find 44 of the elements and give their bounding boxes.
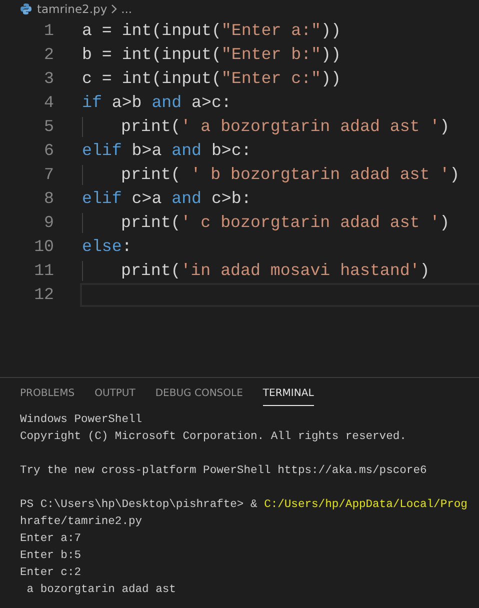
- terminal-line: Enter a:7: [20, 533, 82, 545]
- line-number: 1: [43, 20, 54, 42]
- code-line: print('in adad mosavi hastand'): [121, 261, 430, 281]
- code-line: b = int(input("Enter b:")): [82, 45, 341, 65]
- line-number: 3: [43, 68, 54, 90]
- line-number: 7: [43, 164, 54, 186]
- chevron-right-icon: [111, 4, 118, 14]
- code-line: c = int(input("Enter c:")): [82, 69, 341, 89]
- code-line: if a>b and a>c:: [82, 93, 232, 113]
- terminal-line: Windows PowerShell: [20, 414, 142, 426]
- line-number: 11: [33, 260, 54, 282]
- line-number: 10: [33, 236, 54, 258]
- breadcrumb-more[interactable]: ...: [121, 2, 132, 16]
- code-line: elif b>a and b>c:: [82, 141, 252, 161]
- panel-tab[interactable]: DEBUG CONSOLE: [155, 388, 243, 406]
- code-line: else:: [82, 237, 132, 257]
- indent-guide: [82, 117, 83, 137]
- indent-guide: [82, 165, 83, 185]
- line-number: 4: [43, 92, 54, 114]
- line-number: 6: [43, 140, 54, 162]
- line-number: 12: [33, 284, 54, 306]
- terminal-line: Enter c:2: [20, 567, 82, 579]
- line-number: 5: [43, 116, 54, 138]
- indent-guide: [82, 213, 83, 233]
- line-number: 2: [43, 44, 54, 66]
- terminal-line: a bozorgtarin adad ast: [26, 584, 176, 596]
- line-number: 9: [43, 212, 54, 234]
- code-line: print(' c bozorgtarin adad ast '): [121, 213, 450, 233]
- code-line: a = int(input("Enter a:")): [82, 21, 341, 41]
- code-line: print(' a bozorgtarin adad ast '): [121, 117, 450, 137]
- terminal-line: hrafte/tamrine2.py: [20, 516, 142, 528]
- terminal-line: PS C:\Users\hp\Desktop\pishrafte> & C:/Users/hp/AppData/Local/Prog: [20, 499, 468, 511]
- terminal-line: Try the new cross-platform PowerShell https://aka.ms/pscore6: [20, 465, 427, 477]
- code-line: print( ' b bozorgtarin adad ast '): [121, 165, 460, 185]
- panel-tab[interactable]: PROBLEMS: [20, 388, 75, 406]
- code-line: elif c>a and c>b:: [82, 189, 252, 209]
- line-number: 8: [43, 188, 54, 210]
- panel-tab[interactable]: OUTPUT: [94, 388, 136, 406]
- indent-guide: [82, 261, 83, 281]
- python-file-icon: [20, 2, 32, 14]
- panel-tab[interactable]: TERMINAL: [262, 388, 314, 406]
- terminal-line: Copyright (C) Microsoft Corporation. All rights reserved.: [20, 431, 406, 443]
- terminal-line: Enter b:5: [20, 550, 82, 562]
- file-name[interactable]: tamrine2.py: [37, 2, 108, 16]
